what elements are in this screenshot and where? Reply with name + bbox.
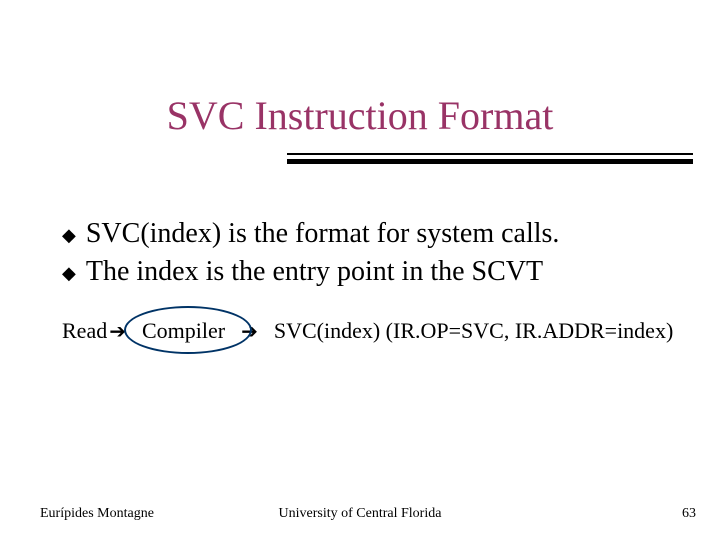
bottom-rule-thick: [287, 159, 693, 164]
title-rules: [0, 52, 720, 92]
diamond-icon: ◆: [62, 261, 76, 285]
slide: SVC Instruction Format ◆ SVC(index) is t…: [0, 0, 720, 540]
footer-org: University of Central Florida: [0, 506, 720, 522]
compiler-node: Compiler: [142, 318, 225, 344]
diamond-icon: ◆: [62, 223, 76, 247]
bullet-item: ◆ The index is the entry point in the SC…: [62, 253, 720, 291]
compiler-label: Compiler: [142, 318, 225, 343]
bullet-list: ◆ SVC(index) is the format for system ca…: [0, 215, 720, 291]
flow-output: SVC(index) (IR.OP=SVC, IR.ADDR=index): [274, 318, 673, 344]
slide-title: SVC Instruction Format: [0, 92, 720, 139]
flow-row: Read ➔ Compiler ➔ SVC(index) (IR.OP=SVC,…: [62, 318, 673, 344]
flow-input: Read: [62, 318, 107, 344]
footer: Eurípides Montagne University of Central…: [0, 506, 720, 522]
bullet-text: The index is the entry point in the SCVT: [86, 253, 543, 291]
bottom-rule-thin: [287, 153, 693, 155]
bullet-item: ◆ SVC(index) is the format for system ca…: [62, 215, 720, 253]
bullet-text: SVC(index) is the format for system call…: [86, 215, 560, 253]
bottom-rules: [0, 147, 720, 187]
